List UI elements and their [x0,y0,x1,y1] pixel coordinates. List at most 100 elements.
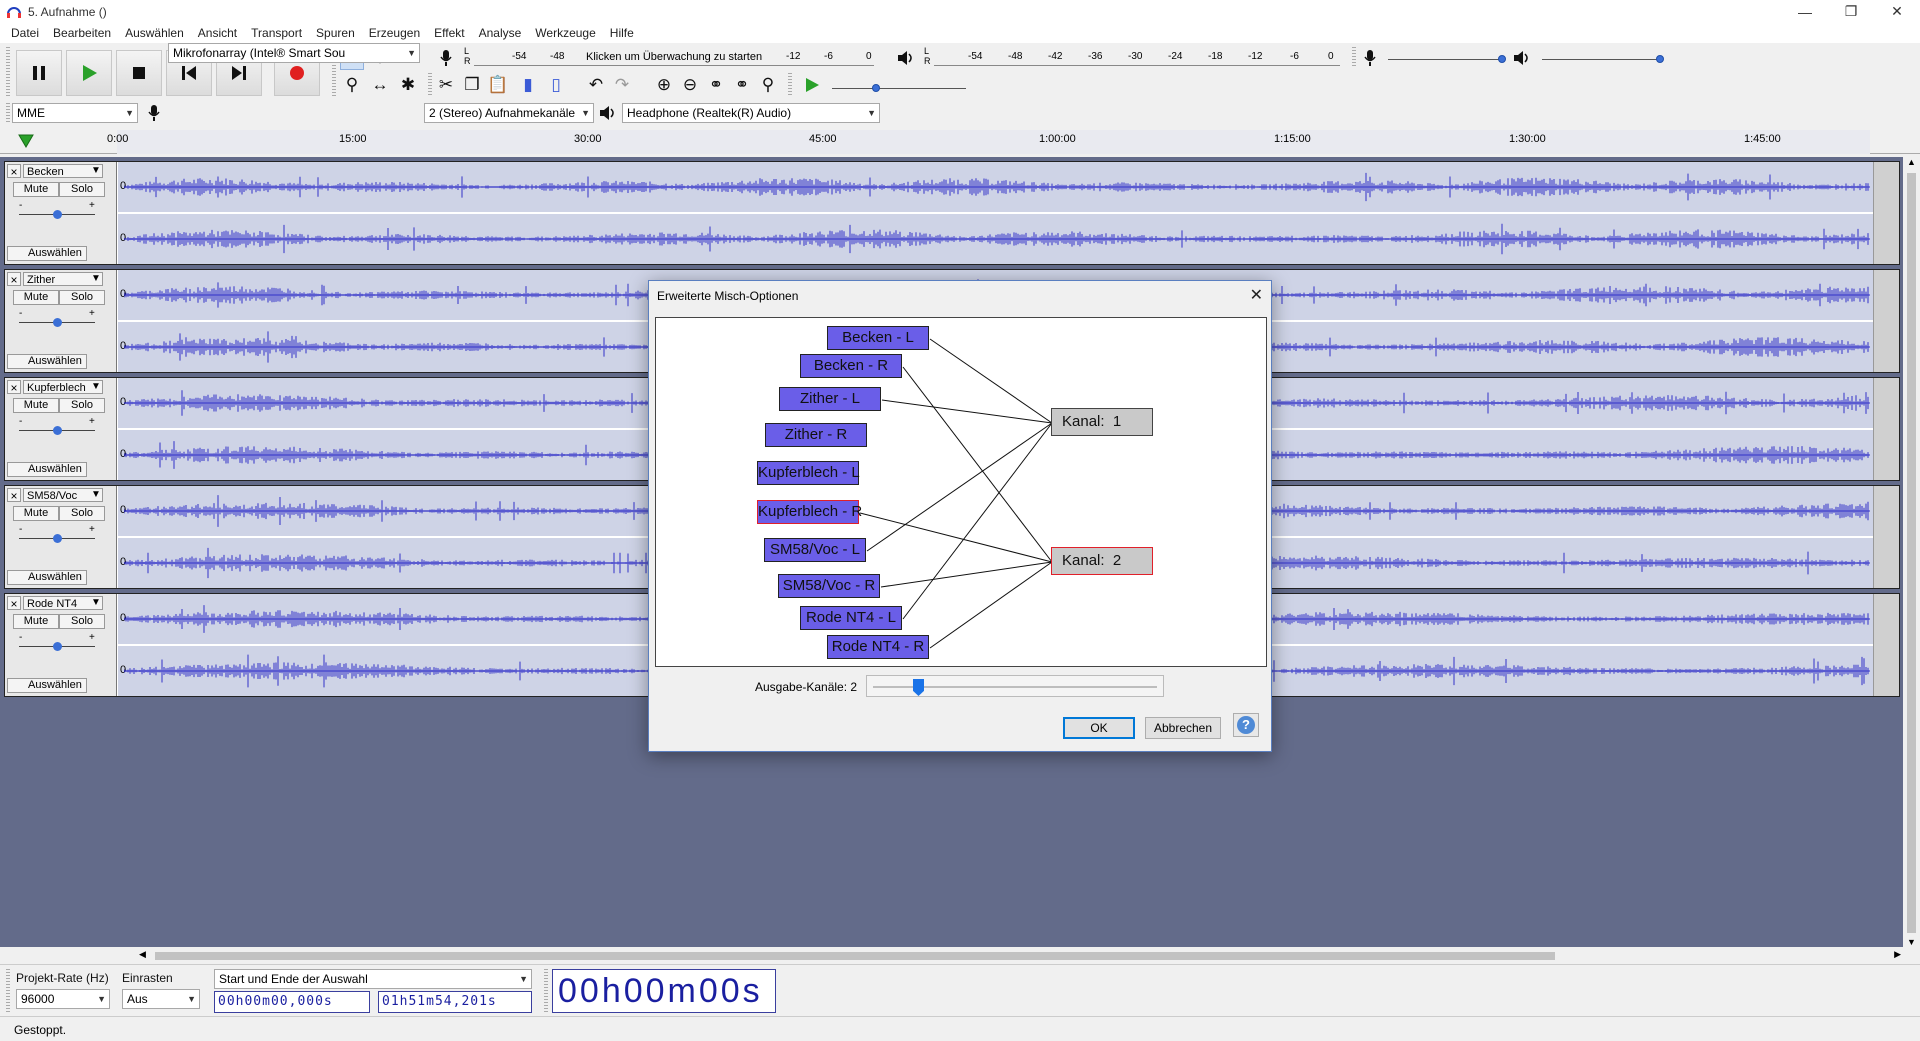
solo-button[interactable]: Solo [59,614,105,629]
menu-erzeugen[interactable]: Erzeugen [362,26,427,40]
menu-auswaehlen[interactable]: Auswählen [118,26,191,40]
project-rate-select[interactable]: 96000 ▼ [16,989,110,1009]
playback-meter[interactable]: -54 -48 -42 -36 -30 -24 -18 -12 -6 0 [934,45,1340,67]
gain-knob[interactable] [53,642,62,651]
play-speed-slider[interactable] [832,88,966,89]
minimize-button[interactable]: — [1782,0,1828,23]
mute-button[interactable]: Mute [13,398,59,413]
gain-knob[interactable] [53,534,62,543]
selection-end-field[interactable]: 01h51m54,201s [378,991,532,1013]
timeline-ruler[interactable]: 0:00 15:00 30:00 45:00 1:00:00 1:15:00 1… [107,130,1870,154]
mute-button[interactable]: Mute [13,182,59,197]
channel-right[interactable]: 0 [118,214,1875,264]
recording-volume-knob[interactable] [1498,55,1506,63]
source-zither-l[interactable]: Zither - L [779,387,881,411]
menu-ansicht[interactable]: Ansicht [191,26,244,40]
toolbar-grip[interactable] [1352,47,1356,67]
mix-matrix-canvas[interactable]: Becken - L Becken - R Zither - L Zither … [655,317,1267,667]
cancel-button[interactable]: Abbrechen [1145,717,1221,739]
speaker-icon[interactable] [894,46,918,70]
playback-volume-slider[interactable] [1542,59,1662,60]
vertical-scroll-thumb[interactable] [1907,173,1916,933]
undo-icon[interactable]: ↶ [584,73,608,97]
chevron-down-icon[interactable]: ▼ [91,596,101,610]
solo-button[interactable]: Solo [59,290,105,305]
fit-project-icon[interactable]: ⚭ [730,73,754,97]
play-at-speed-icon[interactable] [800,73,824,97]
chevron-down-icon[interactable]: ▼ [91,380,101,394]
menu-datei[interactable]: Datei [4,26,46,40]
play-speed-knob[interactable] [872,84,880,92]
output-channels-slider[interactable] [866,675,1164,697]
audio-host-select[interactable]: MME ▼ [12,103,138,123]
menu-spuren[interactable]: Spuren [309,26,362,40]
toolbar-grip[interactable] [544,969,548,1013]
copy-icon[interactable]: ❐ [460,73,484,97]
selection-start-field[interactable]: 00h00m00,000s [214,991,370,1013]
source-kupferblech-r[interactable]: Kupferblech - R [757,500,862,524]
horizontal-scroll-thumb[interactable] [155,952,1555,960]
solo-button[interactable]: Solo [59,506,105,521]
select-track-button[interactable]: Auswählen [7,462,87,477]
cut-icon[interactable]: ✂ [434,73,458,97]
record-meter[interactable]: -54 -48 Klicken um Überwachung zu starte… [474,45,874,67]
maximize-button[interactable]: ❐ [1828,0,1874,23]
play-button[interactable] [66,50,112,96]
source-becken-l[interactable]: Becken - L [827,326,929,350]
playback-volume-knob[interactable] [1656,55,1664,63]
toolbar-grip[interactable] [6,103,10,123]
source-sm58voc-l[interactable]: SM58/Voc - L [764,538,866,562]
source-rodent4-r[interactable]: Rode NT4 - R [827,635,929,659]
help-button[interactable]: ? [1233,713,1259,737]
scroll-down-icon[interactable]: ▼ [1907,937,1916,947]
zoom-out-icon[interactable]: ⊖ [678,73,702,97]
select-track-button[interactable]: Auswählen [7,246,87,261]
output-device-select[interactable]: Headphone (Realtek(R) Audio) ▼ [622,103,880,123]
track-becken[interactable]: × Becken ▼ Mute Solo - + Auswählen 0 0 [4,161,1900,265]
output-channel-1[interactable]: Kanal: 1 [1051,408,1153,436]
scroll-left-icon[interactable]: ◀ [139,949,146,960]
zoom-toggle-icon[interactable]: ⚲ [756,73,780,97]
mute-button[interactable]: Mute [13,614,59,629]
toolbar-grip[interactable] [788,73,792,95]
select-track-button[interactable]: Auswählen [7,354,87,369]
output-channel-2[interactable]: Kanal: 2 [1051,547,1153,575]
gain-knob[interactable] [53,210,62,219]
close-track-button[interactable]: × [7,596,21,611]
trim-audio-icon[interactable]: ▮ [516,73,540,97]
source-sm58voc-r[interactable]: SM58/Voc - R [778,574,880,598]
redo-icon[interactable]: ↷ [610,73,634,97]
audio-position-display[interactable]: 00h00m00s [552,969,776,1013]
close-track-button[interactable]: × [7,380,21,395]
zoom-in-icon[interactable]: ⊕ [652,73,676,97]
input-channels-select[interactable]: 2 (Stereo) Aufnahmekanäle ▼ [424,103,594,123]
select-track-button[interactable]: Auswählen [7,678,87,693]
solo-button[interactable]: Solo [59,182,105,197]
multi-tool-icon[interactable]: ✱ [396,73,420,97]
source-becken-r[interactable]: Becken - R [800,354,902,378]
toolbar-grip[interactable] [6,969,10,1013]
input-device-select[interactable]: Mikrofonarray (Intel® Smart Sou ▼ [168,43,420,63]
pinned-play-head-icon[interactable] [18,134,34,148]
time-shift-tool-icon[interactable]: ↔ [368,73,392,97]
close-track-button[interactable]: × [7,272,21,287]
output-channels-knob[interactable] [913,679,924,696]
close-track-button[interactable]: × [7,488,21,503]
chevron-down-icon[interactable]: ▼ [91,488,101,502]
ok-button[interactable]: OK [1063,717,1135,739]
horizontal-scrollbar[interactable]: ◀ ▶ [133,947,1903,964]
silence-audio-icon[interactable]: ▯ [544,73,568,97]
pause-button[interactable] [16,50,62,96]
mute-button[interactable]: Mute [13,290,59,305]
stop-button[interactable] [116,50,162,96]
zoom-tool-icon[interactable]: ⚲ [340,73,364,97]
timeline[interactable]: 0:00 15:00 30:00 45:00 1:00:00 1:15:00 1… [0,130,1920,154]
menu-werkzeuge[interactable]: Werkzeuge [528,26,602,40]
chevron-down-icon[interactable]: ▼ [91,272,101,286]
recording-volume-slider[interactable] [1388,59,1504,60]
gain-knob[interactable] [53,318,62,327]
snap-select[interactable]: Aus ▼ [122,989,200,1009]
scroll-right-icon[interactable]: ▶ [1894,949,1901,960]
menu-analyse[interactable]: Analyse [472,26,529,40]
chevron-down-icon[interactable]: ▼ [91,164,101,178]
